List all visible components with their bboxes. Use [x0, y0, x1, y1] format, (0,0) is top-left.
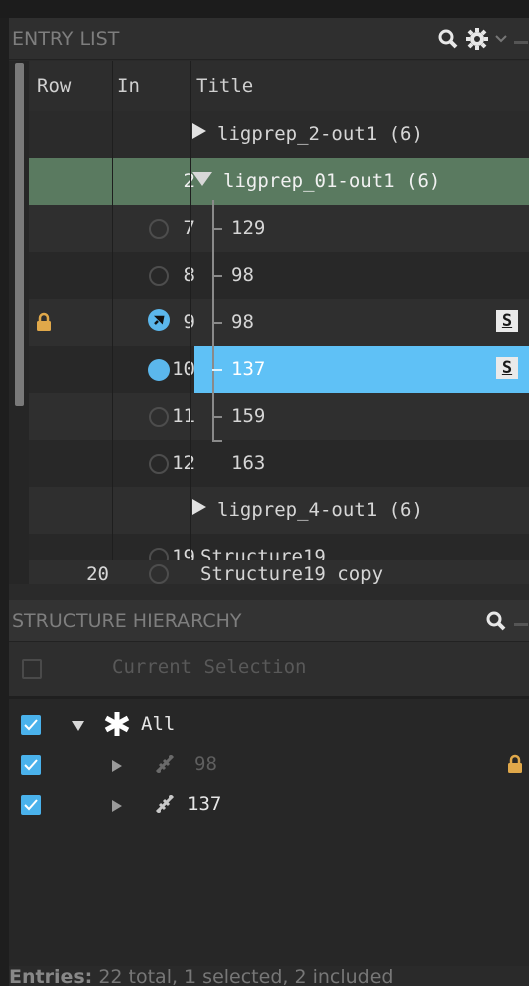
checkbox-checked[interactable]	[21, 795, 41, 815]
structure-badge: S	[496, 357, 518, 379]
table-row-selected[interactable]: 10 137 S	[29, 346, 529, 393]
include-toggle[interactable]	[139, 252, 179, 299]
checkbox-checked[interactable]	[21, 715, 41, 735]
table-row[interactable]: 8 98	[29, 252, 529, 299]
tree-branch	[212, 322, 222, 324]
title-cell: ligprep_4-out1 (6)	[191, 487, 423, 534]
expand-arrow-icon[interactable]	[191, 111, 207, 158]
status-label: Entries:	[9, 966, 93, 986]
minimize-icon[interactable]	[513, 33, 529, 45]
ligand-icon	[154, 753, 176, 780]
lock-icon	[36, 312, 52, 337]
entry-title: 137	[231, 358, 266, 380]
status-bar: Entries: 22 total, 1 selected, 2 include…	[9, 966, 529, 986]
ligand-icon	[154, 793, 176, 820]
table-row[interactable]: 7 129	[29, 205, 529, 252]
table-row[interactable]: ligprep_4-out1 (6)	[29, 487, 529, 534]
collapse-arrow-icon[interactable]	[191, 158, 213, 205]
current-selection-label: Current Selection	[112, 656, 307, 678]
group-title: ligprep_4-out1 (6)	[217, 499, 423, 521]
entry-title: 98	[231, 311, 254, 333]
structure-hierarchy-header-tools	[485, 600, 529, 642]
entry-list-scrollbar[interactable]	[9, 61, 29, 584]
include-toggle-pinned[interactable]	[139, 299, 179, 346]
status-text: 22 total, 1 selected, 2 included	[98, 966, 394, 986]
tree-branch	[212, 228, 222, 230]
table-row[interactable]: 2 ligprep_01-out1 (6)	[29, 158, 529, 205]
current-selection-checkbox[interactable]	[22, 659, 42, 679]
panel-divider	[9, 584, 529, 600]
window-frame-top	[0, 0, 529, 18]
star-icon	[104, 711, 130, 742]
column-header-row[interactable]: Row	[37, 61, 71, 111]
row-number: 2	[135, 158, 195, 205]
tree-branch	[212, 416, 222, 418]
column-divider	[190, 61, 191, 584]
column-headers: Row In Title	[29, 61, 529, 111]
include-toggle[interactable]	[139, 205, 179, 252]
table-row[interactable]: 9 98 S	[29, 299, 529, 346]
pin-icon	[148, 309, 170, 336]
expand-arrow-icon[interactable]	[191, 487, 207, 534]
structure-hierarchy-title: STRUCTURE HIERARCHY	[12, 609, 242, 632]
structure-badge: S	[496, 310, 518, 332]
scrollbar-thumb[interactable]	[15, 63, 24, 406]
group-title: ligprep_2-out1 (6)	[217, 123, 423, 145]
title-cell: ligprep_01-out1 (6)	[191, 158, 440, 205]
lock-icon	[507, 754, 523, 779]
table-row[interactable]: ligprep_2-out1 (6)	[29, 111, 529, 158]
entry-list-header-tools	[437, 18, 529, 60]
minimize-icon[interactable]	[513, 615, 529, 627]
tree-line	[212, 200, 214, 442]
include-toggle[interactable]	[139, 393, 179, 440]
expand-arrow-icon[interactable]	[111, 756, 123, 778]
search-icon[interactable]	[437, 28, 459, 50]
row-number: 20	[86, 563, 109, 584]
title-cell: ligprep_2-out1 (6)	[191, 111, 423, 158]
column-header-in[interactable]: In	[117, 61, 140, 111]
structure-hierarchy-header: STRUCTURE HIERARCHY	[9, 600, 529, 642]
checkbox-checked[interactable]	[21, 755, 41, 775]
hierarchy-label: 98	[194, 753, 217, 775]
chevron-down-icon[interactable]	[495, 34, 507, 44]
tree-branch	[212, 275, 222, 277]
include-toggle[interactable]	[149, 564, 169, 584]
entry-title: 129	[231, 217, 266, 239]
tree-branch	[212, 369, 222, 371]
table-row[interactable]: 11 159	[29, 393, 529, 440]
expand-arrow-icon[interactable]	[111, 796, 123, 818]
table-row[interactable]: 12 163	[29, 440, 529, 487]
tree-branch	[212, 440, 222, 442]
entry-title: 159	[231, 405, 266, 427]
include-toggle[interactable]	[139, 346, 179, 393]
table-row[interactable]: 20 Structure19 copy	[29, 560, 529, 584]
gear-icon[interactable]	[465, 27, 489, 51]
hierarchy-label: 137	[187, 793, 222, 815]
include-toggle[interactable]	[139, 440, 179, 487]
hierarchy-item[interactable]: 98	[9, 745, 529, 783]
hierarchy-label: All	[141, 713, 176, 735]
column-divider	[112, 61, 113, 584]
collapse-arrow-icon[interactable]	[71, 715, 85, 737]
entry-title: 98	[231, 264, 254, 286]
hierarchy-item[interactable]: 137	[9, 785, 529, 823]
current-selection-row[interactable]: Current Selection	[9, 642, 529, 699]
search-icon[interactable]	[485, 610, 507, 632]
hierarchy-item-all[interactable]: All	[9, 705, 529, 743]
entry-list-title: ENTRY LIST	[12, 27, 120, 50]
group-title: ligprep_01-out1 (6)	[223, 170, 441, 192]
entry-title: 163	[231, 452, 266, 474]
window-frame-left	[0, 0, 9, 986]
entry-list-header: ENTRY LIST	[9, 18, 529, 60]
entry-title: Structure19 copy	[200, 563, 384, 584]
column-header-title[interactable]: Title	[196, 61, 253, 111]
